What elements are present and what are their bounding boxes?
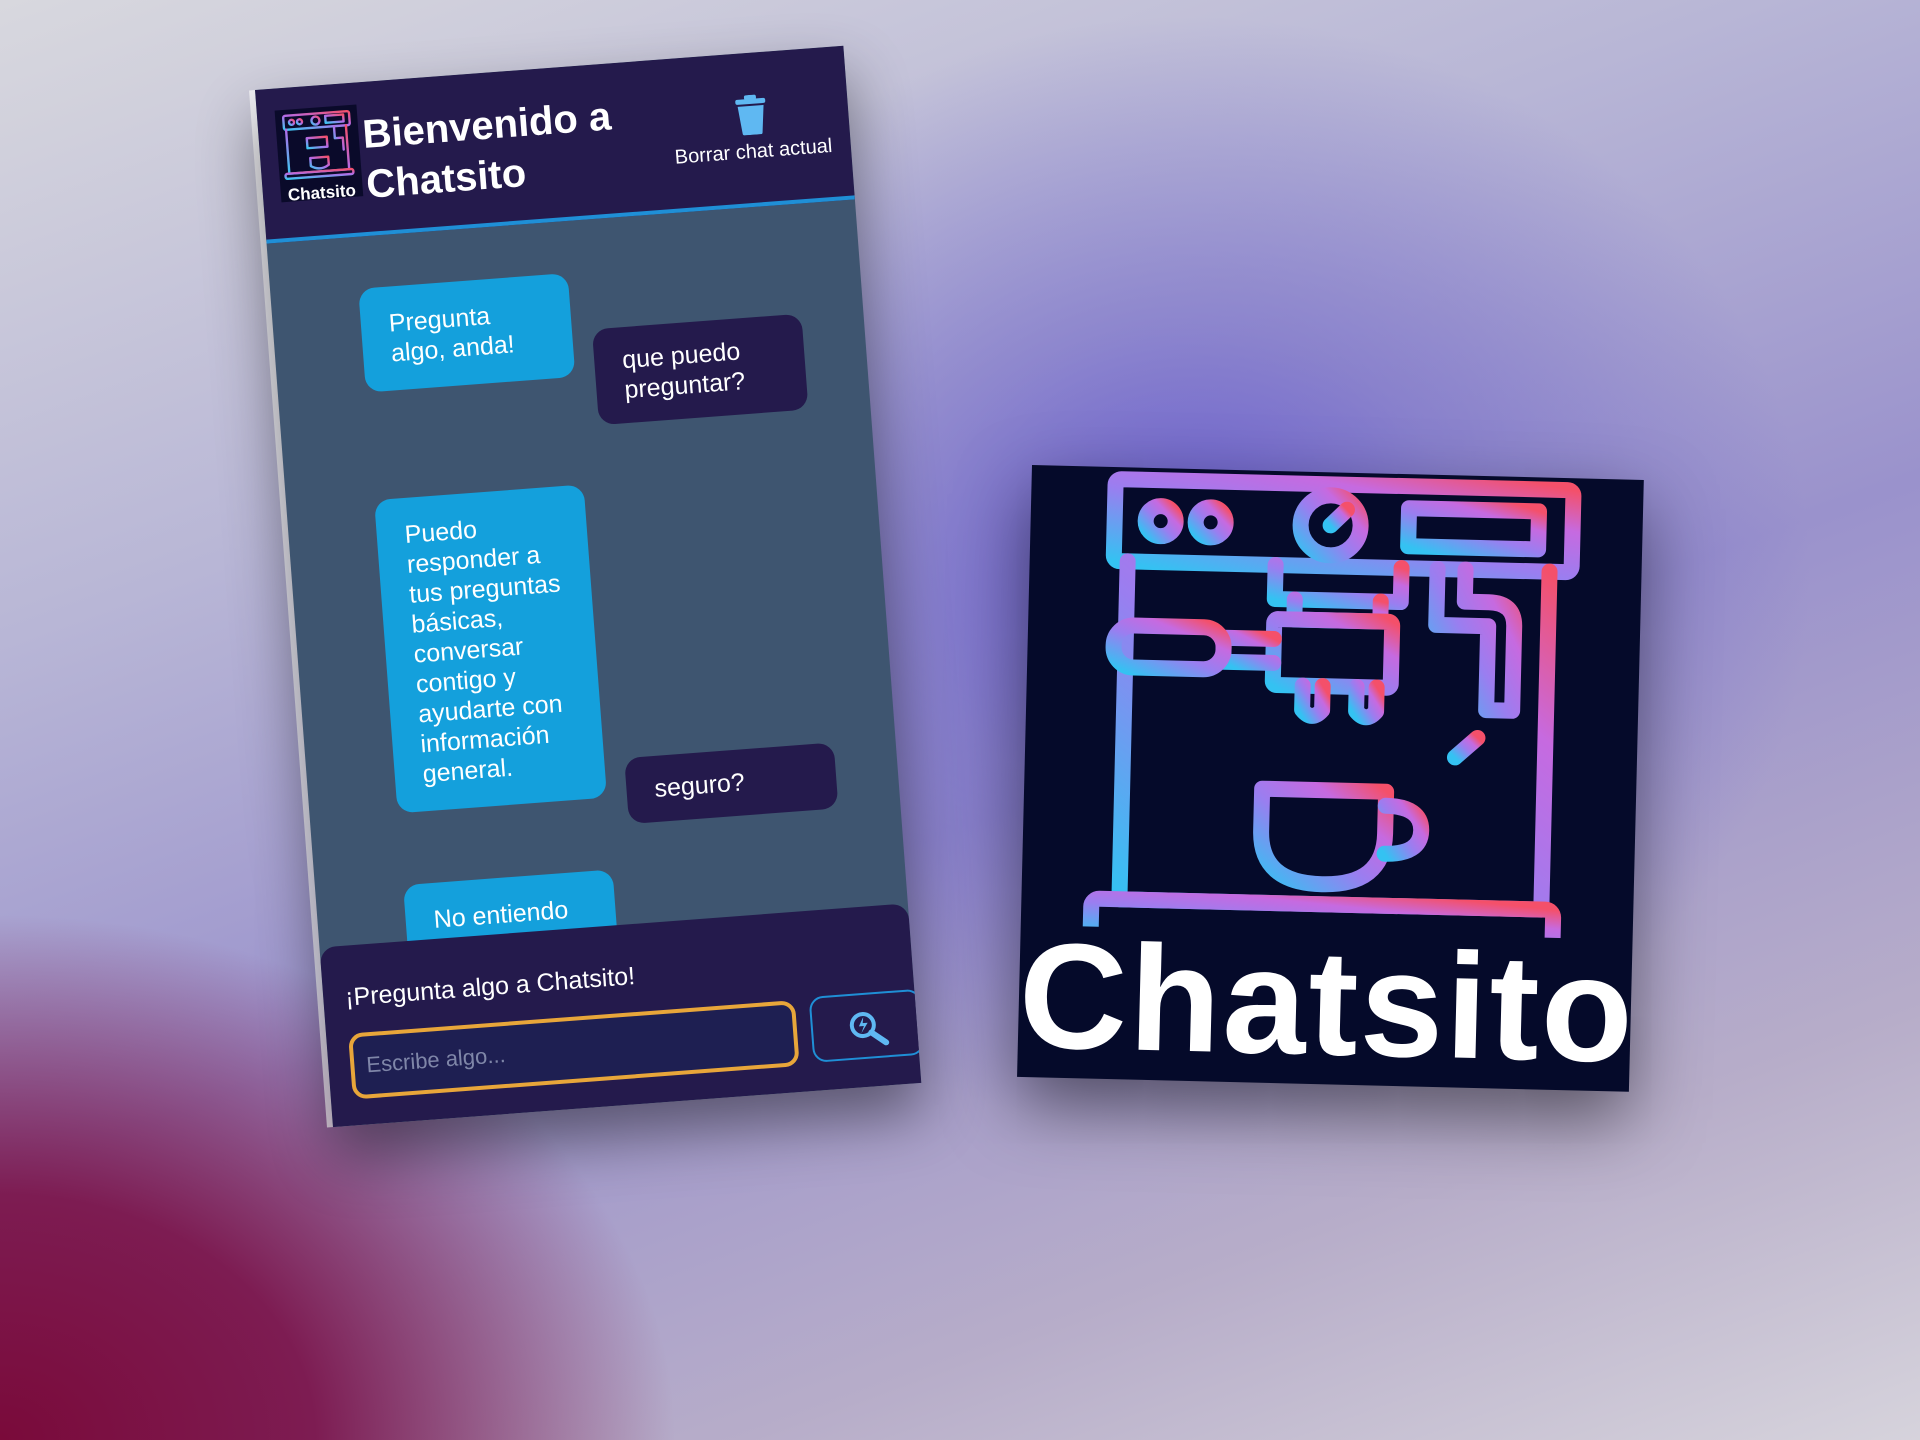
logo-card: Chatsito bbox=[1017, 465, 1644, 1092]
page-title: Bienvenido a Chatsito bbox=[361, 94, 613, 207]
header-logo-text: Chatsito bbox=[287, 180, 357, 205]
user-message: seguro? bbox=[624, 742, 839, 825]
clear-chat-button[interactable]: Borrar chat actual bbox=[657, 88, 847, 171]
user-message: que puedo preguntar? bbox=[591, 313, 809, 426]
bot-message: Puedo responder a tus preguntas básicas,… bbox=[374, 484, 608, 814]
clear-chat-label: Borrar chat actual bbox=[673, 134, 834, 169]
chat-app-screenshot: Chatsito Bienvenido a Chatsito Borrar ch… bbox=[255, 45, 922, 1128]
message-input[interactable] bbox=[348, 1000, 800, 1100]
composer-label: ¡Pregunta algo a Chatsito! bbox=[344, 962, 637, 1012]
coffee-machine-icon bbox=[281, 109, 355, 181]
send-button[interactable] bbox=[808, 988, 922, 1063]
coffee-machine-icon bbox=[1082, 471, 1582, 940]
search-spark-icon bbox=[849, 1012, 890, 1046]
bot-message: Pregunta algo, anda! bbox=[358, 273, 576, 393]
logo-wordmark: Chatsito bbox=[1017, 910, 1637, 1092]
message-list: Pregunta algo, anda! que puedo preguntar… bbox=[267, 201, 912, 1049]
trash-icon bbox=[734, 94, 765, 136]
header-logo: Chatsito bbox=[274, 104, 364, 205]
